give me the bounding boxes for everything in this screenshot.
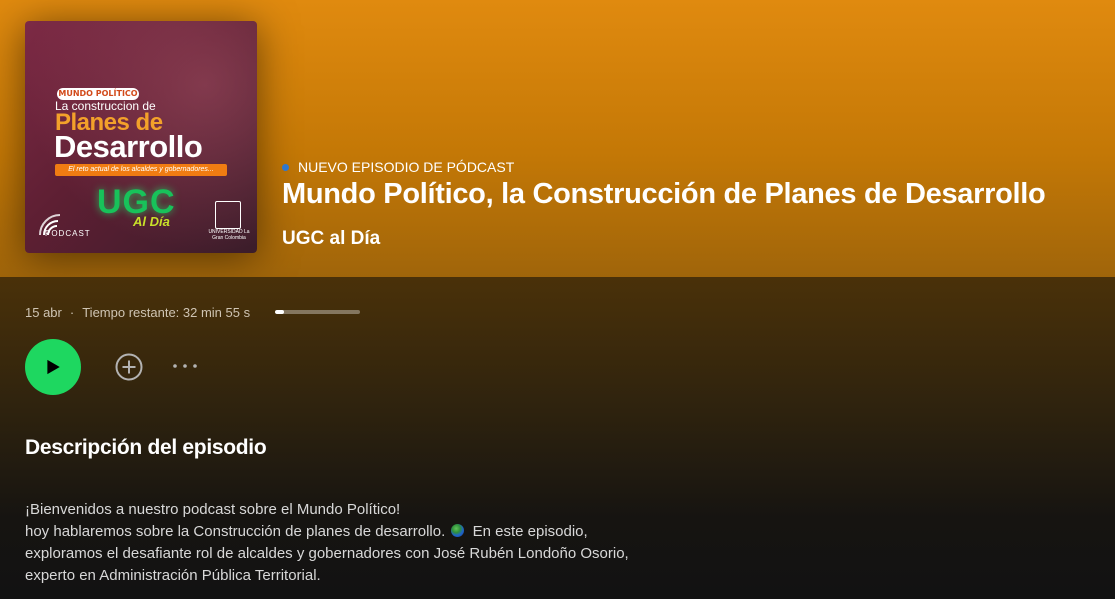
episode-progress-bar — [275, 310, 360, 314]
description-line: experto en Administración Pública Territ… — [25, 567, 321, 584]
show-link[interactable]: UGC al Día — [282, 228, 380, 250]
episode-description: ¡Bienvenidos a nuestro podcast sobre el … — [25, 499, 705, 587]
episode-date: 15 abr — [25, 304, 62, 320]
description-line: exploramos el desafiante rol de alcaldes… — [25, 545, 629, 562]
episode-info: 15 abr · Tiempo restante: 32 min 55 s — [25, 304, 250, 320]
description-text: hoy hablaremos sobre la Construcción de … — [25, 523, 446, 540]
university-shield-icon — [215, 201, 241, 229]
add-to-library-button[interactable] — [114, 352, 144, 382]
cover-university-label: UNIVERSIDAD La Gran Colombia — [208, 229, 250, 241]
play-button[interactable] — [25, 339, 81, 395]
cover-podcast-label: PODCAST — [45, 229, 91, 238]
cover-subtitle: El reto actual de los alcaldes y goberna… — [55, 164, 227, 176]
episode-kind: NUEVO EPISODIO DE PÓDCAST — [282, 158, 514, 176]
info-separator: · — [69, 304, 75, 320]
episode-cover-art: MUNDO POLÍTICO La construccion de Planes… — [25, 21, 257, 253]
episode-title: Mundo Político, la Construcción de Plane… — [282, 178, 1046, 210]
play-icon — [47, 359, 60, 375]
episode-kind-label: NUEVO EPISODIO DE PÓDCAST — [298, 159, 515, 175]
more-options-button[interactable] — [171, 356, 199, 376]
description-heading: Descripción del episodio — [25, 436, 267, 459]
remaining-time: Tiempo restante: 32 min 55 s — [82, 304, 251, 320]
description-line: hoy hablaremos sobre la Construcción de … — [25, 521, 705, 543]
more-horizontal-icon — [173, 364, 197, 368]
new-episode-dot-icon — [282, 163, 289, 171]
plus-circle-icon — [115, 353, 143, 381]
episode-progress-fill — [275, 310, 284, 314]
cover-line-3: Desarrollo — [54, 129, 203, 164]
description-line: ¡Bienvenidos a nuestro podcast sobre el … — [25, 501, 401, 518]
globe-emoji-icon — [451, 524, 465, 537]
description-text: En este episodio, — [472, 523, 588, 540]
cover-brand-sub: Al Día — [133, 214, 170, 229]
